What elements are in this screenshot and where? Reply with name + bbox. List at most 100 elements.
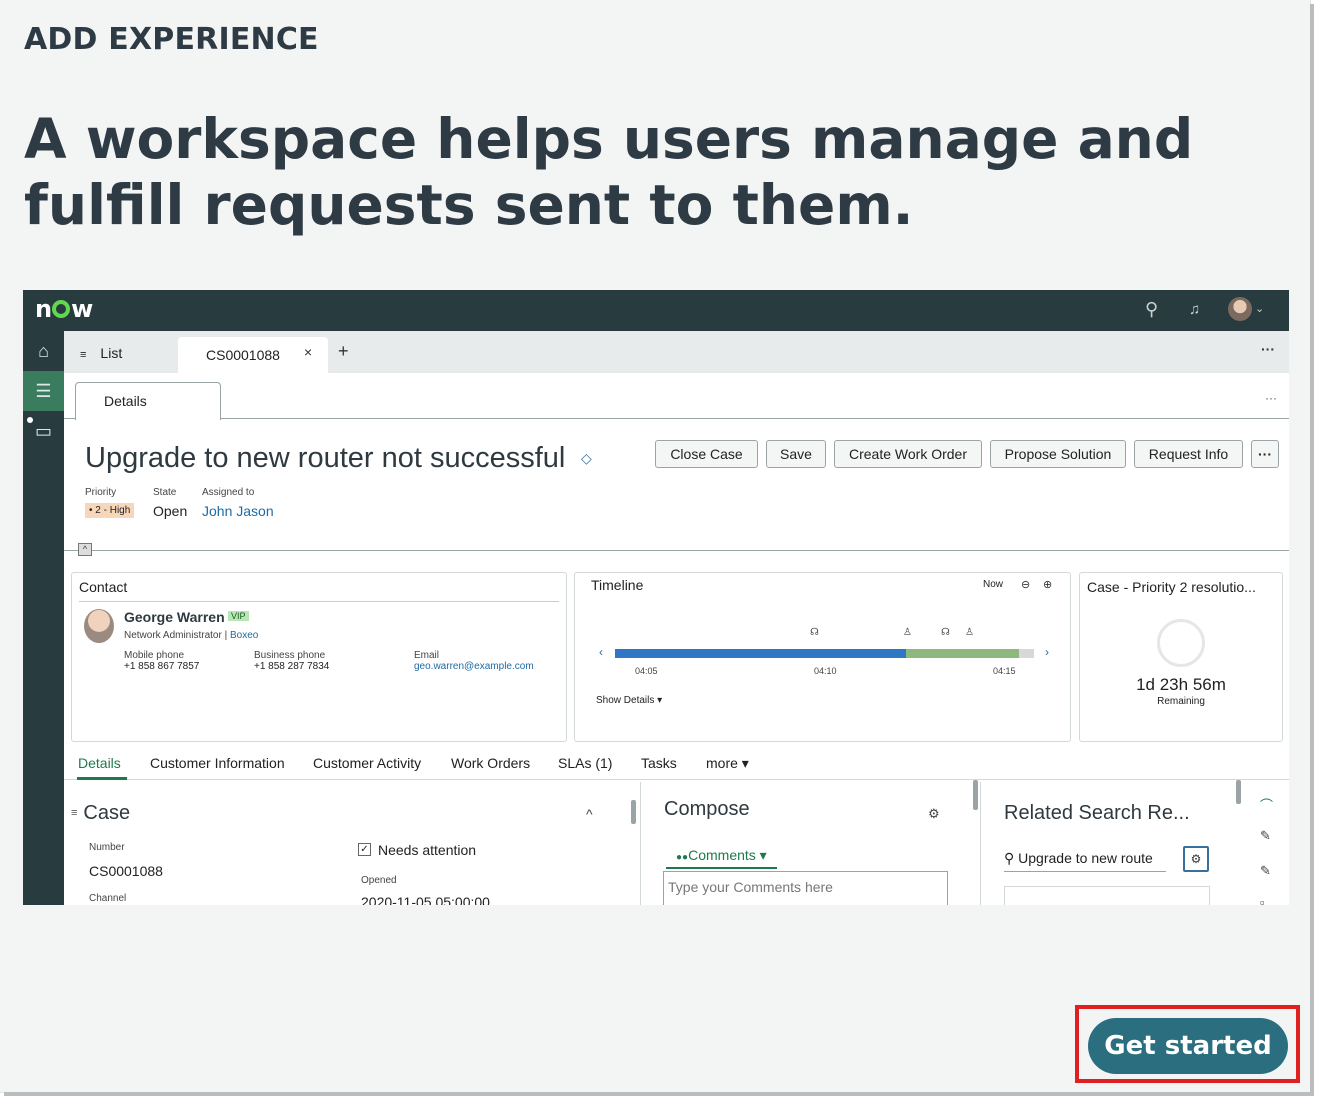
assigned-label: Assigned to xyxy=(202,487,255,498)
compose-settings-icon[interactable]: ⚙ xyxy=(928,806,940,822)
document-icon[interactable]: ▫ xyxy=(1260,895,1265,905)
comments-label: Comments ▾ xyxy=(688,847,767,863)
bell-icon[interactable]: ♫ xyxy=(1189,301,1200,318)
zoom-out-icon[interactable]: ⊖ xyxy=(1021,578,1030,591)
add-tab-icon[interactable]: + xyxy=(338,341,349,362)
business-value: +1 858 287 7834 xyxy=(254,661,330,672)
tab-work-orders[interactable]: Work Orders xyxy=(451,755,530,771)
show-details-link[interactable]: Show Details ▾ xyxy=(596,695,662,706)
tab-more-icon[interactable]: ··· xyxy=(1261,341,1275,357)
save-button[interactable]: Save xyxy=(766,440,826,468)
more-actions-button[interactable]: ··· xyxy=(1251,440,1279,468)
close-case-button[interactable]: Close Case xyxy=(655,440,758,468)
contact-panel: Contact George Warren VIP Network Admini… xyxy=(71,572,567,742)
now-logo: nw xyxy=(35,295,93,323)
tag-icon[interactable]: ◇ xyxy=(581,450,592,467)
scrollbar[interactable] xyxy=(973,780,978,810)
tab-list[interactable]: ≡ List xyxy=(80,345,122,361)
timeline-panel: Timeline Now ⊖ ⊕ ‹ › ☊ ♙ ☊ ♙ 04:05 04:10… xyxy=(574,572,1071,742)
headline: A workspace helps users manage and fulfi… xyxy=(24,107,1194,237)
comments-underline xyxy=(666,867,777,869)
timeline-person-icon[interactable]: ♙ xyxy=(965,627,974,638)
collapse-header-icon[interactable]: ^ xyxy=(78,543,92,556)
timeline-tick: 04:10 xyxy=(814,666,837,676)
number-label: Number xyxy=(89,842,125,853)
timeline-tick: 04:15 xyxy=(993,666,1016,676)
tab-customer-information[interactable]: Customer Information xyxy=(150,755,285,771)
list-icon: ≡ xyxy=(80,349,87,361)
contact-company-link[interactable]: Boxeo xyxy=(230,630,258,641)
sla-remaining-value: 1d 23h 56m xyxy=(1136,675,1226,694)
case-section-title: Case xyxy=(71,802,130,825)
user-avatar[interactable] xyxy=(1228,297,1252,321)
list-icon[interactable]: ☰ xyxy=(23,371,64,411)
tab-customer-activity[interactable]: Customer Activity xyxy=(313,755,421,771)
state-value: Open xyxy=(153,503,188,519)
record-tabs: Details Customer Information Customer Ac… xyxy=(64,746,1289,780)
create-work-order-button[interactable]: Create Work Order xyxy=(834,440,982,468)
related-search-input[interactable]: ⚲ Upgrade to new route xyxy=(1004,850,1166,872)
collapse-section-icon[interactable]: ^ xyxy=(586,806,593,822)
search-icon[interactable]: ⚲ xyxy=(1145,299,1158,320)
comments-dropdown[interactable]: ●●Comments ▾ xyxy=(676,847,767,864)
timeline-headset-icon[interactable]: ☊ xyxy=(941,627,950,638)
assigned-link[interactable]: John Jason xyxy=(202,503,274,519)
scrollbar[interactable] xyxy=(631,800,636,824)
email-link[interactable]: geo.warren@example.com xyxy=(414,661,534,672)
chevron-down-icon[interactable]: ⌄ xyxy=(1255,302,1264,315)
tab-slas[interactable]: SLAs (1) xyxy=(558,755,612,771)
needs-attention-label: Needs attention xyxy=(378,842,477,858)
workspace-preview: nw ⚲ ♫ ⌄ ⌂ ☰ ▭ ≡ List CS0001088 × + ··· D… xyxy=(23,290,1289,905)
tab-selected-indicator xyxy=(77,777,127,780)
zoom-in-icon[interactable]: ⊕ xyxy=(1043,578,1052,591)
state-label: State xyxy=(153,487,177,498)
timeline-person-icon[interactable]: ♙ xyxy=(903,627,912,638)
close-tab-icon[interactable]: × xyxy=(304,344,312,360)
email-label: Email xyxy=(414,650,440,661)
contact-title: Contact xyxy=(79,579,128,595)
timeline-segment-grey xyxy=(1019,649,1034,658)
scrollbar[interactable] xyxy=(1236,780,1241,804)
left-nav: ⌂ ☰ ▭ xyxy=(23,331,64,905)
subtab-bar: Details ··· xyxy=(64,373,1289,420)
column-divider xyxy=(640,782,641,905)
paperclip-icon[interactable]: ✎ xyxy=(1260,863,1271,879)
search-icon: ⚲ xyxy=(1004,850,1019,866)
experience-card: ADD EXPERIENCE A workspace helps users m… xyxy=(0,0,1310,1092)
subtab-more-icon[interactable]: ··· xyxy=(1265,391,1277,405)
paperclip-icon[interactable]: ✎ xyxy=(1260,828,1271,844)
filter-settings-button[interactable]: ⚙ xyxy=(1183,846,1209,872)
contact-name[interactable]: George Warren xyxy=(124,609,225,625)
header-divider xyxy=(64,550,1289,551)
timeline-headset-icon[interactable]: ☊ xyxy=(810,627,819,638)
timeline-prev-icon[interactable]: ‹ xyxy=(599,645,603,659)
timeline-tick: 04:05 xyxy=(635,666,658,676)
sla-panel: Case - Priority 2 resolutio... 1d 23h 56… xyxy=(1079,572,1283,742)
timeline-title: Timeline xyxy=(591,577,644,593)
graduation-cap-icon[interactable]: ⌒ xyxy=(1260,795,1273,814)
timeline-now[interactable]: Now xyxy=(983,579,1003,590)
mobile-label: Mobile phone xyxy=(124,650,185,661)
inbox-icon[interactable]: ▭ xyxy=(23,411,64,451)
sla-title: Case - Priority 2 resolutio... xyxy=(1087,579,1256,595)
home-icon[interactable]: ⌂ xyxy=(23,331,64,371)
get-started-button[interactable]: Get started xyxy=(1088,1018,1288,1074)
number-value: CS0001088 xyxy=(89,863,163,879)
tab-more[interactable]: more ▾ xyxy=(706,755,749,772)
column-divider xyxy=(980,782,981,905)
comment-input[interactable]: Type your Comments here xyxy=(663,871,948,905)
top-bar: nw ⚲ ♫ ⌄ xyxy=(23,290,1289,331)
timeline-next-icon[interactable]: › xyxy=(1045,645,1049,659)
timeline-segment-blue xyxy=(615,649,906,658)
related-search-title: Related Search Re... xyxy=(1004,802,1190,824)
details-subtab[interactable]: Details xyxy=(75,382,221,420)
contact-divider xyxy=(79,601,559,602)
people-icon: ●● xyxy=(676,852,689,863)
needs-attention-checkbox[interactable]: ✓ xyxy=(358,843,371,856)
mobile-value: +1 858 867 7857 xyxy=(124,661,200,672)
tab-tasks[interactable]: Tasks xyxy=(641,755,677,771)
channel-label: Channel xyxy=(89,893,127,904)
propose-solution-button[interactable]: Propose Solution xyxy=(990,440,1126,468)
tab-details[interactable]: Details xyxy=(78,755,121,771)
request-info-button[interactable]: Request Info xyxy=(1134,440,1243,468)
